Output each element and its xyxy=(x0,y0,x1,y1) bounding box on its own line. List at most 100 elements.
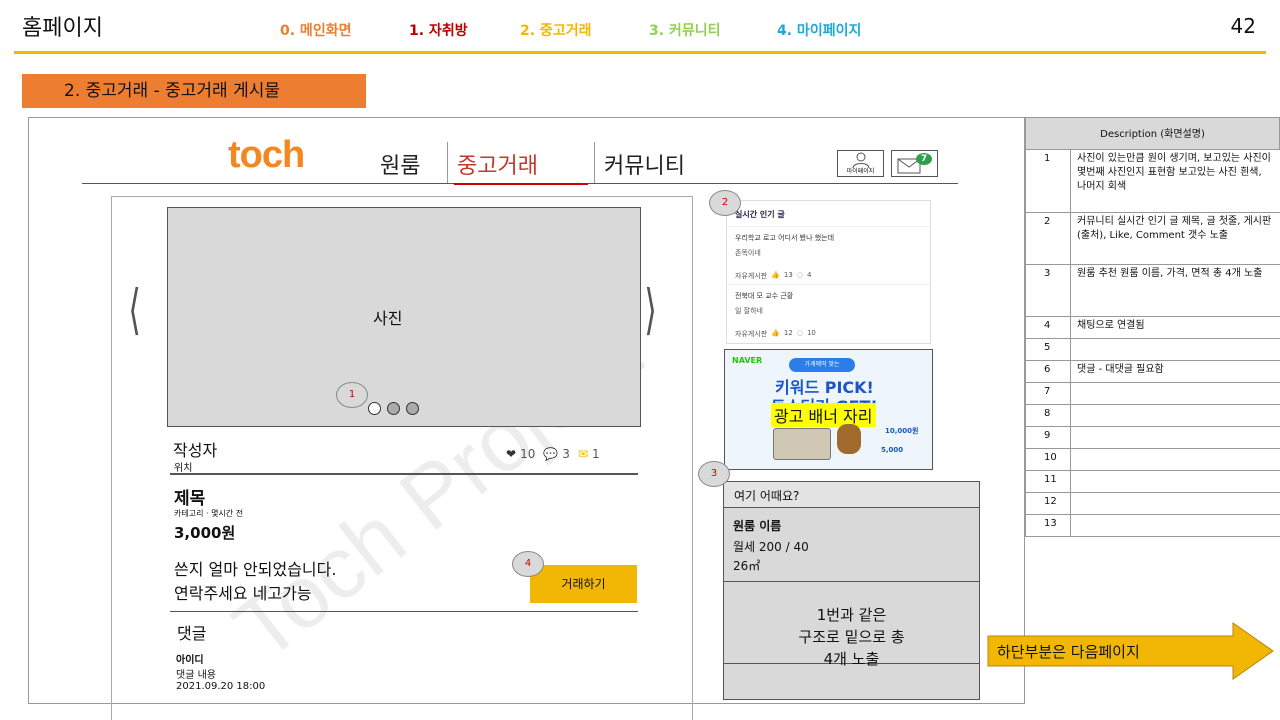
ad-pill: 가게에딱 맞는 xyxy=(789,358,855,372)
popular-heading: 실시간 인기 글 xyxy=(727,201,930,227)
row-text: 채팅으로 연결됨 xyxy=(1070,317,1280,338)
prev-photo-arrow[interactable]: ⟨ xyxy=(128,278,141,341)
callout-2: 2 xyxy=(709,190,741,216)
carousel-dot[interactable] xyxy=(387,402,400,415)
next-page-label: 하단부분은 다음페이지 xyxy=(997,643,1140,661)
popular-post-item[interactable]: 우리학교 로고 어디서 봤나 했는데 존똑이네 자유게시판 👍 13 ◌ 4 xyxy=(727,227,930,285)
nav-community[interactable]: 3. 커뮤니티 xyxy=(649,20,720,40)
post-body-line1: 쓴지 얼마 안되었습니다. xyxy=(174,560,337,579)
callout-4: 4 xyxy=(512,551,544,577)
description-row: 4 채팅으로 연결됨 xyxy=(1025,317,1280,339)
mypage-button[interactable]: 마이페이지 xyxy=(837,150,884,177)
tab-used-trade[interactable]: 중고거래 xyxy=(457,148,538,180)
description-row: 8 xyxy=(1025,405,1280,427)
author-name[interactable]: 작성자 xyxy=(173,437,217,461)
description-row: 2 커뮤니티 실시간 인기 글 제목, 글 첫줄, 게시판(출처), Like, … xyxy=(1025,213,1280,265)
author-location: 위치 xyxy=(174,463,193,474)
description-heading: Description (화면설명) xyxy=(1025,117,1280,150)
deal-button[interactable]: 거래하기 xyxy=(530,565,637,603)
popular-post-title: 우리학교 로고 어디서 봤나 했는데 xyxy=(735,234,835,242)
recommend-item[interactable]: 원룸 이름 월세 200 / 40 26㎡ xyxy=(724,508,979,582)
description-row: 9 xyxy=(1025,427,1280,449)
popular-post-item[interactable]: 전북대 모 교수 근황 일 잘하네 자유게시판 👍 12 ◌ 10 xyxy=(727,285,930,343)
thumbs-up-icon: 👍 xyxy=(771,329,780,337)
room-name: 원룸 이름 xyxy=(733,519,782,533)
row-number: 7 xyxy=(1044,386,1051,397)
recommend-item[interactable]: 1번과 같은 구조로 밑으로 총 4개 노출 xyxy=(724,582,979,668)
recommend-note-line2: 구조로 밑으로 총 xyxy=(798,628,905,646)
post-stats: ❤ 10 💬 3 ✉ 1 xyxy=(506,447,600,461)
page-title: 홈페이지 xyxy=(22,16,103,41)
message-button[interactable]: 7 xyxy=(891,150,938,177)
post-title: 제목 xyxy=(174,489,206,509)
site-logo[interactable]: toch xyxy=(228,134,305,177)
tab-community[interactable]: 커뮤니티 xyxy=(604,148,685,180)
ad-banner[interactable]: NAVER 가게에딱 맞는 키워드 PICK! 토스터기 GET! 광고 배너 … xyxy=(724,349,933,470)
comment-date: 2021.09.20 18:00 xyxy=(176,681,266,692)
post-body-line2: 연락주세요 네고가능 xyxy=(174,584,312,603)
row-number: 10 xyxy=(1044,452,1057,463)
like-count: 10 xyxy=(520,447,536,461)
description-row: 1 사진이 있는만큼 원이 생기며, 보고있는 사진이 몇번째 사진인지 표현함 … xyxy=(1025,150,1280,213)
nav-used-trade[interactable]: 2. 중고거래 xyxy=(520,20,591,40)
description-panel: Description (화면설명) 1 사진이 있는만큼 원이 생기며, 보고있… xyxy=(1025,117,1280,537)
row-number: 2 xyxy=(1044,216,1051,227)
nav-room[interactable]: 1. 자취방 xyxy=(409,20,468,40)
popular-post-meta: 자유게시판 👍 12 ◌ 10 xyxy=(735,329,930,339)
active-tab-indicator xyxy=(454,183,588,185)
comment-divider xyxy=(170,611,638,612)
ad-amount2: 5,000 xyxy=(881,446,904,454)
photo-label: 사진 xyxy=(373,309,403,328)
row-text: 커뮤니티 실시간 인기 글 제목, 글 첫줄, 게시판(출처), Like, C… xyxy=(1070,213,1280,264)
nav-mypage[interactable]: 4. 마이페이지 xyxy=(777,20,861,40)
carousel-dot-active[interactable] xyxy=(368,402,381,415)
comment-icon: ◌ xyxy=(796,329,803,337)
tab-separator xyxy=(447,142,448,184)
next-photo-arrow[interactable]: ⟩ xyxy=(644,278,657,341)
page-number: 42 xyxy=(1230,14,1256,38)
mail-icon: ✉ xyxy=(577,447,588,461)
popular-post-meta: 자유게시판 👍 13 ◌ 4 xyxy=(735,271,930,281)
message-count-badge: 7 xyxy=(916,153,932,165)
recommend-heading: 여기 어때요? xyxy=(724,482,979,508)
row-number: 1 xyxy=(1044,153,1051,164)
like-count: 13 xyxy=(783,271,793,279)
row-number: 11 xyxy=(1044,474,1057,485)
heart-icon: ❤ xyxy=(506,447,517,461)
comment-icon: ◌ xyxy=(796,271,803,279)
tab-separator xyxy=(594,142,595,184)
board-name: 자유게시판 xyxy=(735,272,768,280)
popular-post-sub: 존똑이네 xyxy=(735,249,761,257)
like-count: 12 xyxy=(783,329,793,337)
row-number: 5 xyxy=(1044,342,1051,353)
bear-image xyxy=(837,424,861,454)
popular-posts-panel: 실시간 인기 글 우리학교 로고 어디서 봤나 했는데 존똑이네 자유게시판 👍… xyxy=(726,200,931,344)
comment-text: 댓글 내용 xyxy=(176,670,216,681)
callout-1: 1 xyxy=(336,382,368,408)
description-row: 12 xyxy=(1025,493,1280,515)
row-number: 6 xyxy=(1044,364,1051,375)
post-meta: 카테고리 · 몇시간 전 xyxy=(174,509,244,518)
description-row: 11 xyxy=(1025,471,1280,493)
comment-count: 10 xyxy=(806,329,816,337)
description-row: 3 원룸 추천 원룸 이름, 가격, 면적 총 4개 노출 xyxy=(1025,265,1280,317)
carousel-dot[interactable] xyxy=(406,402,419,415)
description-row: 10 xyxy=(1025,449,1280,471)
description-row: 7 xyxy=(1025,383,1280,405)
post-price: 3,000원 xyxy=(174,524,236,542)
comment-user[interactable]: 아이디 xyxy=(176,651,204,666)
nav-main[interactable]: 0. 메인화면 xyxy=(280,20,351,40)
comment-section-title: 댓글 xyxy=(177,624,207,643)
room-area: 26㎡ xyxy=(733,559,761,573)
photo-carousel[interactable] xyxy=(167,207,641,427)
row-number: 8 xyxy=(1044,408,1051,419)
recommend-note-line1: 1번과 같은 xyxy=(816,606,887,624)
toaster-image xyxy=(773,428,831,460)
message-count: 1 xyxy=(592,447,600,461)
description-row: 13 xyxy=(1025,515,1280,537)
user-icon xyxy=(852,152,869,168)
tab-oneroom[interactable]: 원룸 xyxy=(380,148,420,180)
row-text xyxy=(1070,427,1280,448)
recommend-note-line3: 4개 노출 xyxy=(823,650,880,668)
room-price: 월세 200 / 40 xyxy=(733,540,809,554)
